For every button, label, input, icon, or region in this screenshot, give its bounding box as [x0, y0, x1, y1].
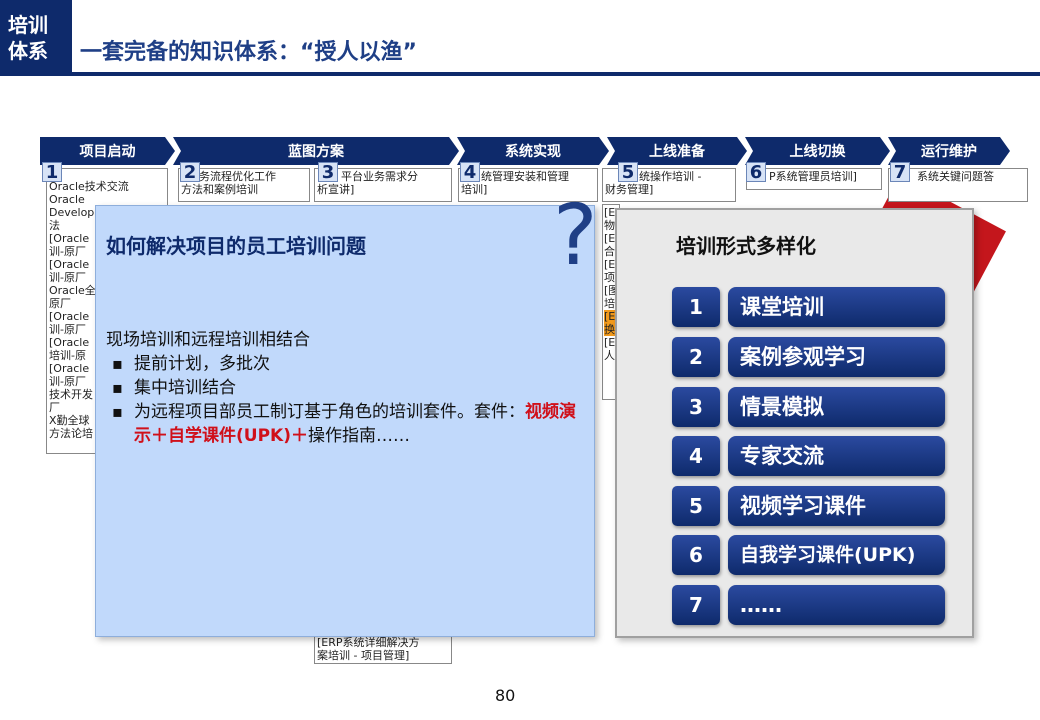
form-item-label: 案例参观学习 — [728, 337, 945, 377]
list-item: 统操作培训 - — [639, 170, 702, 183]
column-2-number: 2 — [180, 162, 200, 183]
list-item: 方法和案例培训 — [181, 183, 258, 196]
column-6-number: 6 — [746, 162, 766, 183]
bullet-item: 为远程项目部员工制订基于角色的培训套件。套件：视频演示＋自学课件(UPK)＋操作… — [112, 400, 586, 448]
form-item-label: 专家交流 — [728, 436, 945, 476]
bullet-list: 提前计划，多批次 集中培训结合 为远程项目部员工制订基于角色的培训套件。套件：视… — [106, 352, 586, 448]
logo-line-1: 培训 — [8, 13, 48, 37]
bullet-item: 集中培训结合 — [112, 376, 586, 400]
column-7-number: 7 — [890, 162, 910, 183]
form-item-label: 课堂培训 — [728, 287, 945, 327]
phase-blueprint: 蓝图方案 — [173, 137, 459, 165]
phase-realization: 系统实现 — [457, 137, 609, 165]
column-3-bottom-cell: [ERP系统详细解决方 案培训 - 项目管理] — [314, 634, 452, 664]
form-item: 2 案例参观学习 — [672, 337, 945, 377]
list-item: [ERP系统详细解决方 — [317, 636, 420, 649]
phase-kickoff: 项目启动 — [40, 137, 175, 165]
list-item: 财务管理] — [605, 183, 654, 196]
column-6-cell: P系统管理员培训] — [746, 168, 882, 190]
list-item: P系统管理员培训] — [769, 170, 857, 183]
phase-cutover: 上线切换 — [745, 137, 890, 165]
form-item: 5 视频学习课件 — [672, 486, 945, 526]
page-number: 80 — [495, 686, 516, 705]
page-title: 一套完备的知识体系：“授人以渔” — [80, 40, 417, 65]
form-item: 6 自我学习课件(UPK) — [672, 535, 945, 575]
form-item-number: 3 — [672, 387, 720, 427]
title-underline — [72, 72, 1040, 76]
form-item-number: 7 — [672, 585, 720, 625]
bullet-text-suffix: 操作指南…… — [307, 426, 410, 446]
column-4-number: 4 — [460, 162, 480, 183]
section-logo: 培训 体系 — [0, 0, 72, 76]
form-item-label: 自我学习课件(UPK) — [728, 535, 945, 575]
form-item: 3 情景模拟 — [672, 387, 945, 427]
form-item: 7 …… — [672, 585, 945, 625]
phase-golive-prep: 上线准备 — [607, 137, 747, 165]
list-item: 平台业务需求分 — [341, 170, 418, 183]
column-1-number: 1 — [42, 162, 62, 183]
logo-line-2: 体系 — [8, 39, 48, 63]
column-5-number: 5 — [618, 162, 638, 183]
list-item: 统管理安装和管理 — [481, 170, 569, 183]
forms-panel-title: 培训形式多样化 — [676, 234, 816, 258]
form-item-number: 5 — [672, 486, 720, 526]
list-item: 务流程优化工作 — [199, 170, 276, 183]
form-item-label: …… — [728, 585, 945, 625]
form-item-label: 情景模拟 — [728, 387, 945, 427]
question-mark-icon: ? — [553, 186, 598, 284]
form-item: 1 课堂培训 — [672, 287, 945, 327]
form-item-label: 视频学习课件 — [728, 486, 945, 526]
panel-body: 现场培训和远程培训相结合 提前计划，多批次 集中培训结合 为远程项目部员工制订基… — [106, 328, 586, 448]
intro-text: 现场培训和远程培训相结合 — [106, 330, 310, 350]
bullet-text: 为远程项目部员工制订基于角色的培训套件。套件： — [134, 402, 525, 422]
form-item-number: 4 — [672, 436, 720, 476]
list-item: 系统关键问题答 — [917, 170, 994, 183]
bullet-item: 提前计划，多批次 — [112, 352, 586, 376]
form-item-number: 6 — [672, 535, 720, 575]
panel-title: 如何解决项目的员工培训问题 — [106, 234, 366, 258]
column-3-number: 3 — [318, 162, 338, 183]
form-item: 4 专家交流 — [672, 436, 945, 476]
form-item-number: 1 — [672, 287, 720, 327]
list-item: 析宣讲] — [317, 183, 355, 196]
list-item: Oracle技术交流 — [49, 180, 129, 193]
list-item: 案培训 - 项目管理] — [317, 649, 410, 662]
form-item-number: 2 — [672, 337, 720, 377]
phase-support: 运行维护 — [888, 137, 1010, 165]
